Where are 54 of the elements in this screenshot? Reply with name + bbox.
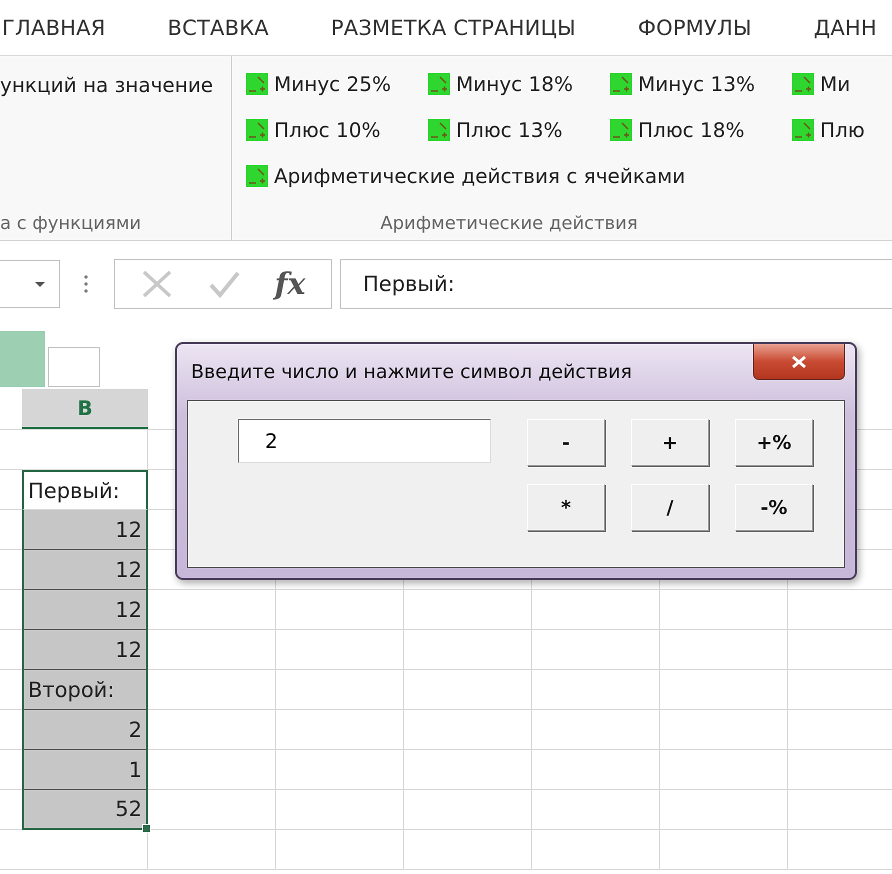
ribbon-command[interactable]: Плюс 13% [428,114,610,146]
table-cell: 52 [22,790,148,830]
table-cell: 1 [22,750,148,790]
dialog-title: Введите число и нажмите символ действия [190,361,632,383]
calculator-icon [246,73,268,95]
ribbon-command[interactable]: Минус 25% [246,68,428,100]
ribbon-command[interactable]: Плюс 10% [246,114,428,146]
caret-icon [35,282,45,286]
ribbon-command[interactable]: ункций на значение [0,73,231,97]
calculator-icon [428,119,450,141]
ribbon-tab[interactable]: ВСТАВКА [168,16,269,40]
number-field[interactable]: 2 [238,419,491,463]
calculator-icon [428,73,450,95]
operation-button[interactable]: * [527,484,605,531]
ribbon-command[interactable]: Плю [792,114,892,146]
check-icon [208,269,240,299]
empty-box [48,347,100,387]
group-label: а с функциями [0,213,142,234]
operation-button[interactable]: +% [735,419,813,466]
calculator-icon [610,73,632,95]
cancel-icon [140,269,173,299]
close-button[interactable] [753,344,845,380]
calculator-icon [792,119,814,141]
table-cell: 12 [22,550,148,590]
calculator-icon [246,165,268,187]
ribbon-tab[interactable]: ГЛАВНАЯ [2,16,106,40]
operation-button[interactable]: - [527,419,605,466]
ribbon-command[interactable]: Минус 18% [428,68,610,100]
table-cell: 12 [22,590,148,630]
table-cell: 2 [22,710,148,750]
group-label: Арифметические действия [379,213,639,234]
operation-button[interactable]: + [631,419,709,466]
table-cell: Первый: [22,470,148,510]
calculator-icon [246,119,268,141]
ribbon-command[interactable]: Плюс 18% [610,114,792,146]
ribbon-command[interactable]: Арифметические действия с ячейками [246,160,892,192]
close-icon [791,354,807,368]
fill-handle[interactable] [142,824,151,833]
ribbon-tab[interactable]: ДАНН [814,16,877,40]
calculator-icon [610,119,632,141]
table-cell: Второй: [22,670,148,710]
operation-button[interactable]: -% [735,484,813,531]
ribbon-command[interactable]: Ми [792,68,892,100]
dots-icon [84,275,88,293]
table-cell: 12 [22,510,148,550]
calculator-icon [792,73,814,95]
formula-field[interactable]: Первый: [340,259,892,309]
ribbon-command[interactable]: Минус 13% [610,68,792,100]
operation-button[interactable]: / [631,484,709,531]
table-cell: 12 [22,630,148,670]
ribbon-tab[interactable]: РАЗМЕТКА СТРАНИЦЫ [330,16,576,40]
insert-function-button[interactable]: fx [274,266,306,302]
ribbon-tab[interactable]: ФОРМУЛЫ [638,16,752,40]
column-header[interactable]: B [22,389,148,429]
